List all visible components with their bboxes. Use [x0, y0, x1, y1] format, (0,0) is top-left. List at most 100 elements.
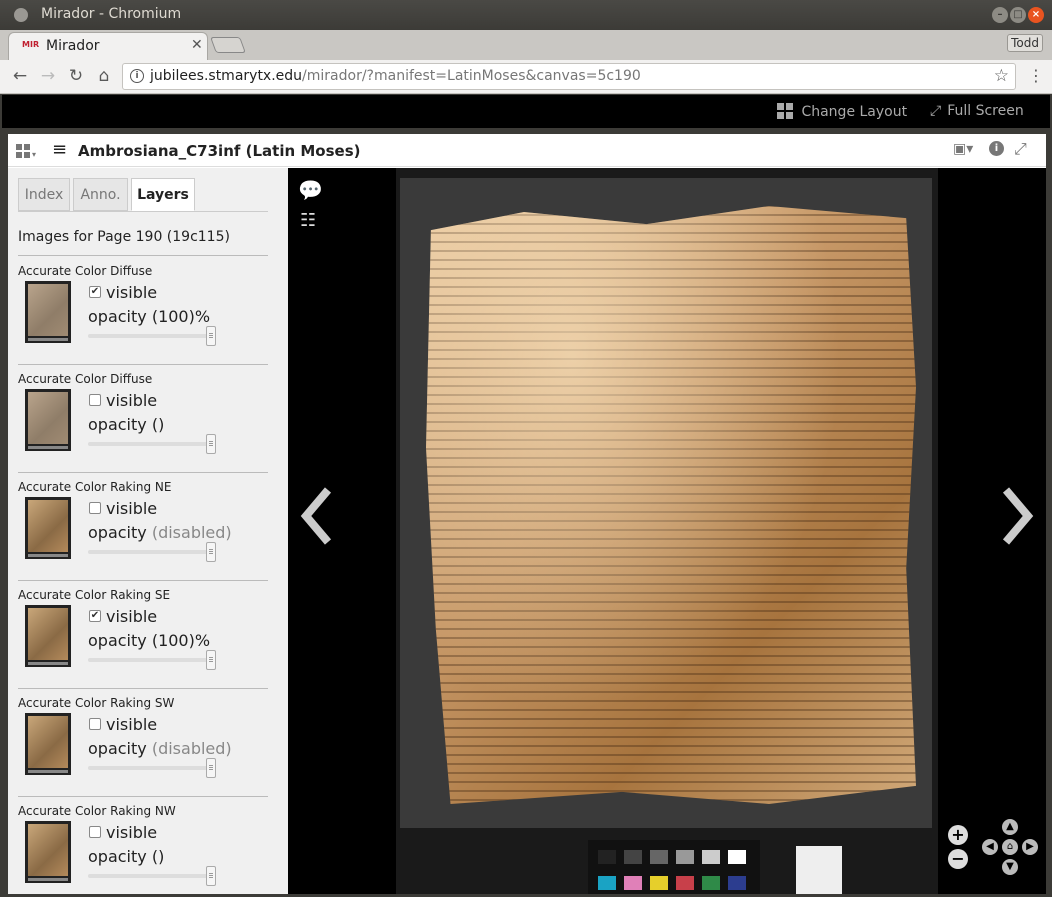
pan-down-icon[interactable]: ▼	[1002, 859, 1018, 875]
tab-divider	[18, 211, 268, 212]
slider-handle[interactable]	[206, 866, 216, 886]
expand-icon: ⤢	[930, 103, 942, 119]
tab-index[interactable]: Index	[18, 178, 70, 211]
site-info-icon[interactable]: i	[130, 69, 144, 83]
layer-item: Accurate Color Diffuse ✔ visible opacity (1…	[18, 264, 270, 372]
color-checker	[588, 840, 760, 894]
menu-kebab-icon[interactable]: ⋮	[1028, 66, 1044, 85]
slider-handle[interactable]	[206, 434, 216, 454]
visible-label: visible	[106, 823, 158, 842]
layer-name: Accurate Color Raking NW	[18, 804, 176, 818]
opacity-label: opacity (100)%	[88, 631, 211, 650]
tab-annotations[interactable]: Anno.	[73, 178, 128, 211]
visible-label: visible	[106, 607, 158, 626]
hamburger-menu-icon[interactable]: ≡	[52, 139, 67, 160]
bookmark-star-icon[interactable]: ☆	[994, 66, 1009, 86]
opacity-label: opacity (disabled)	[88, 739, 232, 758]
chevron-right-icon[interactable]	[1000, 486, 1036, 546]
opacity-label: opacity (disabled)	[88, 523, 232, 542]
slider-handle[interactable]	[206, 758, 216, 778]
window-header: ▾ ≡ Ambrosiana_C73inf (Latin Moses) ▣▾ i…	[8, 134, 1046, 167]
change-layout-button[interactable]: Change Layout	[777, 103, 907, 120]
plus-icon[interactable]: +	[948, 825, 968, 845]
opacity-value: (100)%	[151, 307, 211, 326]
app-icon	[14, 8, 28, 22]
home-icon[interactable]: ⌂	[1002, 839, 1018, 855]
visible-checkbox[interactable]: ✔	[89, 286, 101, 298]
close-window-button[interactable]: ×	[1028, 7, 1044, 23]
maximize-button[interactable]: □	[1010, 7, 1026, 23]
layer-thumbnail	[25, 389, 71, 451]
pan-right-icon[interactable]: ▶	[1022, 839, 1038, 855]
divider	[18, 580, 268, 581]
new-tab-button[interactable]	[210, 37, 246, 53]
opacity-slider[interactable]	[88, 326, 216, 346]
divider	[18, 796, 268, 797]
layout-grid-icon	[777, 103, 793, 119]
visible-checkbox[interactable]	[89, 502, 101, 514]
mirador-window: ▾ ≡ Ambrosiana_C73inf (Latin Moses) ▣▾ i…	[8, 134, 1046, 894]
address-bar[interactable]: i jubilees.stmarytx.edu/mirador/?manifes…	[122, 63, 1016, 90]
layer-thumbnail	[25, 821, 71, 883]
full-screen-button[interactable]: ⤢ Full Screen	[930, 103, 1024, 119]
pan-left-icon[interactable]: ◀	[982, 839, 998, 855]
visible-checkbox[interactable]	[89, 394, 101, 406]
info-icon[interactable]: i	[989, 141, 1004, 156]
layer-thumbnail	[25, 713, 71, 775]
sliders-icon[interactable]: ☷	[300, 210, 316, 231]
visible-checkbox[interactable]	[89, 826, 101, 838]
fullscreen-window-icon[interactable]: ⤢	[1014, 139, 1027, 159]
slider-handle[interactable]	[206, 326, 216, 346]
window-layout-icon[interactable]: ▾	[16, 142, 36, 161]
tab-close-icon[interactable]: ✕	[191, 37, 203, 53]
minus-icon[interactable]: −	[948, 849, 968, 869]
layer-name: Accurate Color Raking SW	[18, 696, 175, 710]
browser-window: Mirador - Chromium – □ × MIR Mirador ✕ T…	[0, 0, 1052, 897]
mirador-main-menu: Change Layout ⤢ Full Screen	[2, 95, 1050, 128]
url-text[interactable]: jubilees.stmarytx.edu/mirador/?manifest=…	[150, 68, 641, 84]
layer-thumbnail	[25, 497, 71, 559]
visible-label: visible	[106, 283, 158, 302]
opacity-value: ()	[151, 847, 165, 866]
opacity-slider[interactable]	[88, 758, 216, 778]
opacity-slider[interactable]	[88, 866, 216, 886]
reload-icon[interactable]: ↻	[66, 66, 86, 86]
opacity-label: opacity ()	[88, 415, 165, 434]
visible-label: visible	[106, 499, 158, 518]
home-icon[interactable]: ⌂	[94, 66, 114, 86]
slider-handle[interactable]	[206, 542, 216, 562]
back-icon[interactable]: ←	[10, 66, 30, 86]
opacity-value: (disabled)	[151, 739, 232, 758]
opacity-slider[interactable]	[88, 434, 216, 454]
image-view-icon[interactable]: ▣▾	[953, 141, 973, 157]
opacity-value: (disabled)	[151, 523, 232, 542]
visible-label: visible	[106, 391, 158, 410]
slider-handle[interactable]	[206, 650, 216, 670]
pan-up-icon[interactable]: ▲	[1002, 819, 1018, 835]
window-title-text: Ambrosiana_C73inf (Latin Moses)	[78, 142, 361, 160]
layer-name: Accurate Color Raking NE	[18, 480, 172, 494]
opacity-value: (100)%	[151, 631, 211, 650]
profile-button[interactable]: Todd	[1007, 34, 1043, 52]
favicon-icon: MIR	[22, 40, 40, 49]
layer-item: Accurate Color Raking NE visible opacity (…	[18, 480, 270, 588]
layer-item: Accurate Color Raking SE ✔ visible opacity …	[18, 588, 270, 696]
browser-tab[interactable]: MIR Mirador ✕	[8, 32, 208, 60]
opacity-slider[interactable]	[88, 542, 216, 562]
image-viewer[interactable]: 💬 ☷ + − ▲ ◀ ⌂ ▶ ▼	[288, 168, 1046, 894]
opacity-slider[interactable]	[88, 650, 216, 670]
forward-icon[interactable]: →	[38, 66, 58, 86]
visible-label: visible	[106, 715, 158, 734]
manuscript-image[interactable]	[426, 206, 916, 804]
divider	[18, 688, 268, 689]
chevron-left-icon[interactable]	[298, 486, 334, 546]
tab-layers[interactable]: Layers	[131, 178, 195, 211]
minimize-button[interactable]: –	[992, 7, 1008, 23]
comments-icon[interactable]: 💬	[298, 178, 323, 202]
page-heading: Images for Page 190 (19c115)	[18, 229, 230, 245]
opacity-label: opacity (100)%	[88, 307, 211, 326]
visible-checkbox[interactable]	[89, 718, 101, 730]
layer-name: Accurate Color Diffuse	[18, 264, 153, 278]
white-reference-card	[796, 846, 842, 894]
visible-checkbox[interactable]: ✔	[89, 610, 101, 622]
